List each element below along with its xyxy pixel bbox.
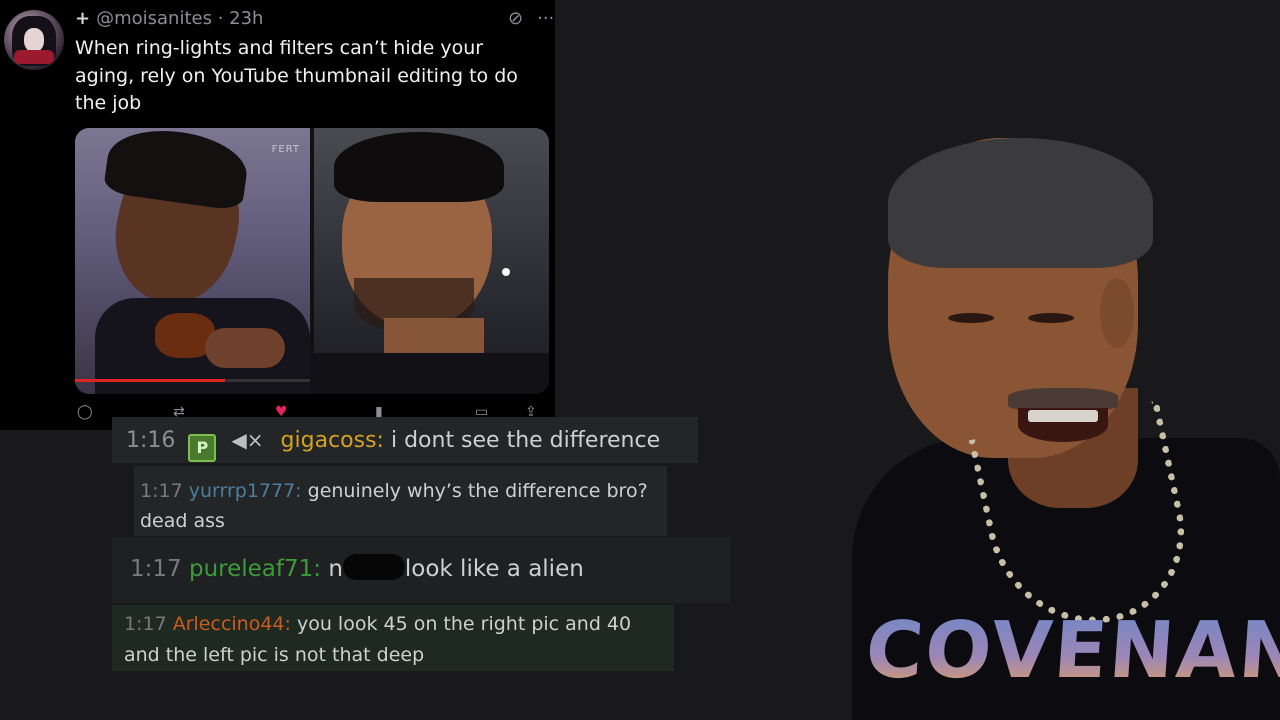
avatar[interactable]	[4, 10, 64, 70]
chat-text-prefix: n	[328, 556, 343, 582]
chat-message: 1:17 yurrrp1777: genuinely why’s the dif…	[134, 466, 667, 536]
chat-message: 1:16 P ◀× gigacoss: i dont see the diffe…	[112, 417, 698, 463]
tweet-media[interactable]: FERT	[75, 128, 549, 394]
tweet-text: When ring-lights and filters can’t hide …	[75, 37, 518, 114]
video-progress-bar	[75, 379, 310, 382]
chat-message: 1:17 Arleccino44: you look 45 on the rig…	[112, 605, 674, 671]
grok-icon[interactable]: ⊘	[508, 8, 523, 29]
chat-text: look like a alien	[404, 556, 584, 582]
chat-time: 1:17	[130, 556, 182, 582]
chat-username[interactable]: Arleccino44:	[173, 613, 291, 635]
tweet-meta: + @moisanites · 23h	[75, 8, 264, 29]
shirt-print: COVENANT	[863, 606, 1280, 696]
photo-logo: FERT	[271, 144, 300, 155]
chat-time: 1:17	[140, 480, 183, 502]
chat-username[interactable]: pureleaf71:	[189, 556, 321, 582]
photo-right[interactable]	[314, 128, 549, 394]
chat-badge-icon: P	[188, 434, 217, 462]
chat-username[interactable]: yurrrp1777:	[189, 480, 302, 502]
chat-time: 1:17	[124, 613, 167, 635]
chat-text: i dont see the difference	[390, 428, 661, 453]
photo-left[interactable]: FERT	[75, 128, 310, 394]
redaction-blob	[342, 554, 405, 580]
follow-plus-icon[interactable]: +	[75, 8, 90, 29]
tweet-menu: ⊘ ···	[494, 8, 554, 29]
more-options-icon[interactable]: ···	[537, 8, 554, 29]
tweet-handle[interactable]: @moisanites	[96, 8, 212, 29]
tweet-card: + @moisanites · 23h ⊘ ··· When ring-lights…	[0, 0, 555, 430]
reply-icon[interactable]: ◯	[77, 404, 93, 420]
chat-username[interactable]: gigacoss:	[281, 428, 384, 453]
tweet-age: 23h	[229, 8, 264, 29]
video-frame: + @moisanites · 23h ⊘ ··· When ring-lights…	[0, 0, 1280, 720]
mute-icon: ◀×	[231, 428, 264, 452]
chat-message: 1:17 pureleaf71: n look like a alien	[112, 537, 730, 603]
chat-time: 1:16	[126, 428, 176, 453]
streamer-cutout: COVENANT	[848, 118, 1280, 720]
